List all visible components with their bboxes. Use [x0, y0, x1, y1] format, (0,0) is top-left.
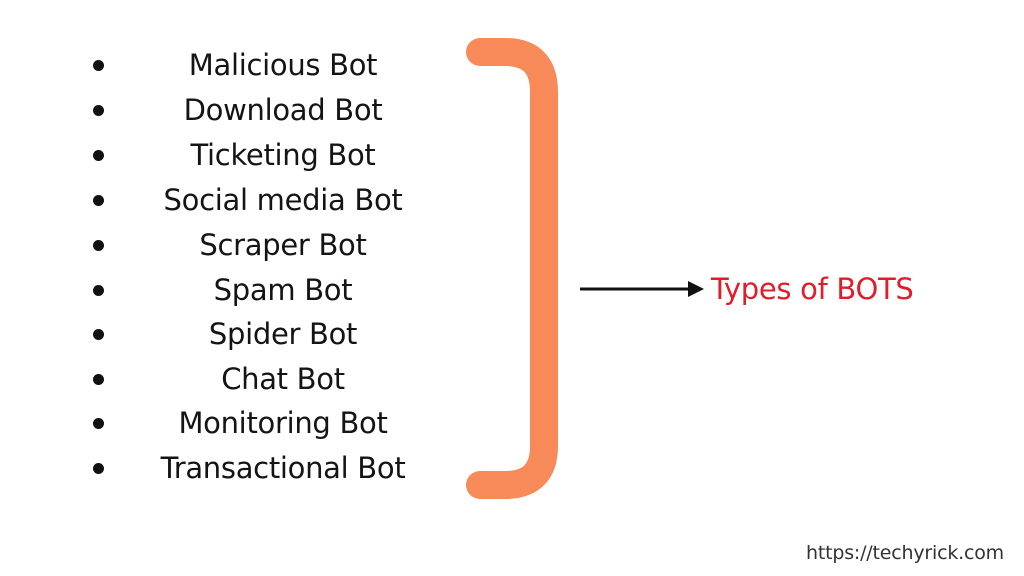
- right-arrow-icon: [580, 281, 704, 297]
- types-of-bots-label: Types of BOTS: [711, 272, 914, 306]
- source-url: https://techyrick.com: [806, 542, 1004, 564]
- arrow-head: [688, 281, 704, 297]
- bracket-shape: [466, 38, 558, 499]
